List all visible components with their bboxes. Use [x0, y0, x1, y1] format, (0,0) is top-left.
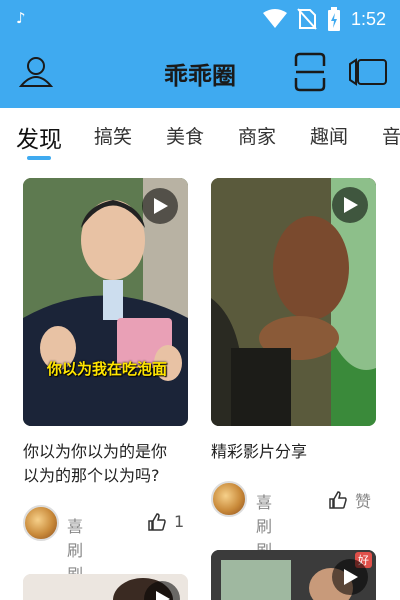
no-sim-icon: [297, 8, 317, 30]
card-title-line: 以为的那个以为吗?: [23, 466, 160, 485]
play-button[interactable]: [142, 188, 178, 224]
like-count: 1: [174, 512, 185, 531]
card-title: 精彩影片分享: [211, 440, 381, 464]
category-tabs: 发现 搞笑 美食 商家 趣闻 音: [0, 108, 400, 168]
play-icon: [156, 591, 170, 600]
avatar[interactable]: [211, 481, 247, 517]
app-title: 乖乖圈: [164, 62, 236, 90]
tab-funny[interactable]: 搞笑: [94, 122, 132, 149]
wifi-icon: [262, 9, 287, 28]
thumbs-up-icon: [148, 512, 166, 531]
status-bar: ♪ 1:52: [0, 0, 400, 36]
app-header: 乖乖圈: [0, 36, 400, 108]
card-title: 你以为你以为的是你 以为的那个以为吗?: [23, 440, 193, 488]
tab-music[interactable]: 音: [382, 122, 400, 149]
play-button[interactable]: [332, 187, 368, 223]
tab-news[interactable]: 趣闻: [310, 122, 348, 149]
scan-icon: [294, 52, 326, 92]
like-button[interactable]: 1: [148, 512, 184, 531]
play-icon: [344, 197, 358, 213]
battery-icon: [327, 7, 340, 31]
status-time: 1:52: [350, 8, 386, 29]
like-button[interactable]: 赞: [329, 488, 371, 512]
music-note-icon: ♪: [16, 9, 26, 27]
card-title-line: 精彩影片分享: [211, 442, 308, 461]
video-thumbnail[interactable]: 好: [211, 550, 376, 600]
play-icon: [344, 569, 358, 585]
tab-merchants[interactable]: 商家: [238, 122, 276, 149]
play-button[interactable]: [332, 559, 368, 595]
video-thumbnail[interactable]: [211, 178, 376, 426]
status-icons: 1:52: [262, 7, 386, 31]
play-icon: [154, 198, 168, 214]
tab-indicator: [27, 156, 51, 160]
tab-discover[interactable]: 发现: [16, 120, 62, 154]
card-title-line: 你以为你以为的是你: [23, 442, 168, 461]
like-count: 赞: [355, 492, 372, 511]
video-thumbnail[interactable]: [23, 574, 188, 600]
video-camera-icon: [349, 58, 387, 86]
video-thumbnail[interactable]: 你以为我在吃泡面: [23, 178, 188, 426]
video-camera-button[interactable]: [348, 56, 390, 88]
video-caption: 你以为我在吃泡面: [47, 360, 168, 378]
scan-button[interactable]: [292, 52, 328, 92]
avatar[interactable]: [23, 505, 59, 541]
tab-food[interactable]: 美食: [166, 122, 204, 149]
thumbs-up-icon: [329, 491, 347, 509]
